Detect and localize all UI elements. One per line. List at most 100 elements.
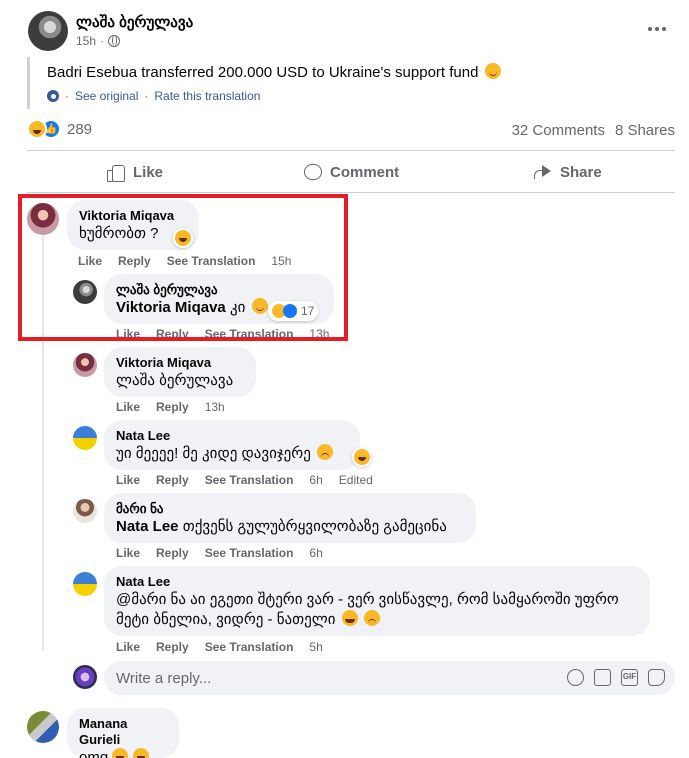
comment-reply-button[interactable]: Reply	[156, 400, 189, 414]
comment-bubble: Viktoria Miqava ლაშა ბერულავა	[104, 347, 256, 397]
comment-author[interactable]: Viktoria Miqava	[79, 208, 187, 224]
rofl-emoji-icon	[132, 748, 149, 758]
commenter-avatar[interactable]	[27, 711, 59, 743]
gear-icon	[47, 90, 59, 102]
comment-reply-button[interactable]: Reply	[118, 254, 151, 268]
like-button[interactable]: Like	[107, 160, 163, 184]
reply-placeholder: Write a reply...	[116, 669, 212, 687]
commenter-avatar[interactable]	[73, 499, 97, 523]
comment-time[interactable]: 5h	[309, 640, 322, 654]
haha-reaction-icon	[27, 119, 47, 139]
mention-link[interactable]: Nata Lee	[116, 518, 179, 535]
comment-reaction-pill[interactable]	[352, 447, 372, 467]
comment-text: ხუმრობთ ?	[79, 224, 187, 244]
more-options-button[interactable]	[645, 22, 669, 36]
comment-like-button[interactable]: Like	[116, 400, 140, 414]
dot-icon	[655, 27, 659, 31]
commenter-avatar[interactable]	[73, 426, 97, 450]
shares-count-link[interactable]: 8 Shares	[615, 122, 675, 139]
comment-actions: Like Reply See Translation 6h	[116, 546, 323, 560]
see-translation-link[interactable]: See Translation	[205, 546, 294, 560]
reply-input-tools: GIF	[567, 669, 665, 686]
post-time[interactable]: 15h	[76, 34, 96, 48]
camera-icon[interactable]	[594, 669, 611, 686]
comment-like-button[interactable]: Like	[116, 473, 140, 487]
comment-label: Comment	[330, 163, 400, 181]
pensive-emoji-icon	[363, 610, 380, 626]
see-translation-link[interactable]: See Translation	[167, 254, 256, 268]
comment-time[interactable]: 13h	[205, 400, 225, 414]
comment-author[interactable]: Manana Gurieli	[79, 716, 167, 748]
comment-like-button[interactable]: Like	[116, 327, 140, 337]
comment-reaction-pill[interactable]	[173, 228, 193, 248]
commenter-avatar[interactable]	[73, 280, 97, 304]
current-user-avatar	[73, 665, 97, 689]
sticker-icon[interactable]	[648, 669, 665, 686]
see-translation-link[interactable]: See Translation	[205, 327, 294, 337]
see-translation-link[interactable]: See Translation	[205, 473, 294, 487]
comment-text-line-2: მეტი ბნელია, ვიდრე - ნათელი	[116, 610, 638, 630]
comment-time[interactable]: 6h	[309, 546, 322, 560]
smile-emoji-icon	[251, 298, 268, 314]
globe-icon	[108, 35, 121, 47]
post-author-name[interactable]: ლაშა ბერულავა	[76, 13, 193, 31]
comment-text: ლაშა ბერულავა	[116, 371, 244, 391]
comment-time[interactable]: 13h	[309, 327, 329, 337]
comment-author[interactable]: Viktoria Miqava	[116, 355, 244, 371]
mention-link[interactable]: Viktoria Miqava	[116, 299, 226, 316]
comment-button[interactable]: Comment	[304, 160, 399, 184]
pensive-emoji-icon	[317, 444, 333, 460]
divider	[27, 150, 675, 151]
crying-emoji-icon	[341, 610, 358, 626]
comment-like-button[interactable]: Like	[116, 640, 140, 654]
comment-text: უი მეეეე! მე კიდე დავიჯერე	[116, 444, 348, 464]
dot-icon	[648, 27, 652, 31]
reactions-summary[interactable]: 👍 289	[27, 119, 92, 139]
comment-bubble: მარი ნა Nata Lee თქვენს გულუბრყვილობაზე …	[104, 493, 476, 543]
comment-bubble: Nata Lee უი მეეეე! მე კიდე დავიჯერე	[104, 420, 360, 470]
haha-emoji-icon	[175, 230, 191, 246]
comment-reply-button[interactable]: Reply	[156, 546, 189, 560]
comment-reaction-count: 17	[301, 304, 315, 318]
comment-author[interactable]: ლაშა ბერულავა	[116, 282, 322, 298]
translation-quote-bar	[27, 57, 30, 109]
comment-actions: Like Reply 13h	[116, 400, 225, 414]
comment-reaction-pill[interactable]: 17	[268, 301, 319, 321]
comment-bubble: Nata Lee @მარი ნა აი ეგეთი შტერი ვარ - ვ…	[104, 566, 650, 636]
share-button[interactable]: Share	[534, 160, 602, 184]
see-translation-link[interactable]: See Translation	[205, 640, 294, 654]
comment-time[interactable]: 15h	[271, 254, 291, 268]
comment-text-content: ხუმრობთ ?	[79, 225, 159, 242]
thumbs-up-icon	[107, 163, 125, 182]
comment-reply-button[interactable]: Reply	[156, 473, 189, 487]
commenter-avatar[interactable]	[27, 203, 59, 235]
commenter-avatar[interactable]	[73, 353, 97, 377]
comment-text-content: ლაშა ბერულავა	[116, 372, 234, 389]
thread-connector-line	[42, 321, 44, 651]
edited-label[interactable]: Edited	[339, 473, 373, 487]
comment-actions: Like Reply See Translation 15h	[78, 254, 291, 268]
author-avatar[interactable]	[28, 11, 68, 51]
commenter-avatar[interactable]	[73, 572, 97, 596]
gif-icon[interactable]: GIF	[621, 669, 638, 686]
translation-options: · See original · Rate this translation	[47, 89, 260, 103]
reply-input[interactable]: Write a reply... GIF	[104, 661, 675, 695]
comment-time[interactable]: 6h	[309, 473, 322, 487]
facebook-post: ლაშა ბერულავა 15h · Badri Esebua transfe…	[0, 0, 689, 758]
comment-reply-button[interactable]: Reply	[156, 640, 189, 654]
rate-translation-link[interactable]: Rate this translation	[154, 89, 260, 103]
comment-like-button[interactable]: Like	[78, 254, 102, 268]
comment-author[interactable]: მარი ნა	[116, 501, 464, 517]
emoji-picker-icon[interactable]	[567, 669, 584, 686]
comment-text-content: მეტი ბნელია, ვიდრე - ნათელი	[116, 611, 336, 628]
comments-count-link[interactable]: 32 Comments	[512, 122, 605, 139]
comment-author[interactable]: Nata Lee	[116, 574, 638, 590]
comment-bubble: Manana Gurieli omg	[67, 708, 179, 758]
rofl-emoji-icon	[112, 748, 129, 758]
comment-like-button[interactable]: Like	[116, 546, 140, 560]
see-original-link[interactable]: See original	[75, 89, 138, 103]
like-reaction-icon	[283, 304, 297, 318]
comment-reply-button[interactable]: Reply	[156, 327, 189, 337]
comment-text: Nata Lee თქვენს გულუბრყვილობაზე გამეცინა	[116, 517, 464, 537]
comment-author[interactable]: Nata Lee	[116, 428, 348, 444]
